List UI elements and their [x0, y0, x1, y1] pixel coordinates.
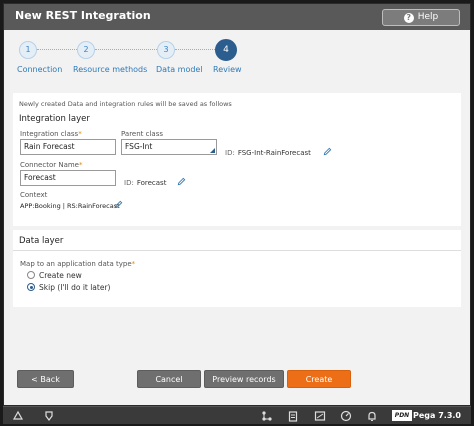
edit-class-id-pencil-icon[interactable] — [323, 147, 332, 156]
step-3-label[interactable]: Data model — [156, 65, 203, 74]
step-connector — [95, 49, 157, 50]
radio-create-new-label: Create new — [39, 271, 82, 280]
developer-toolbar: PDN Pega 7.3.0 — [3, 406, 471, 424]
step-connector — [175, 49, 215, 50]
dropdown-corner-icon — [210, 148, 215, 153]
help-icon: ? — [403, 13, 414, 23]
bell-icon[interactable] — [366, 410, 378, 422]
connector-id-text: ID: Forecast — [124, 179, 167, 187]
back-button[interactable]: < Back — [17, 370, 74, 388]
window-title: New REST Integration — [15, 9, 151, 22]
integration-class-label: Integration class* — [20, 130, 82, 138]
hierarchy-icon[interactable] — [261, 410, 273, 422]
connector-name-input[interactable]: Forecast — [20, 170, 116, 186]
step-2-label[interactable]: Resource methods — [73, 65, 147, 74]
step-1-label[interactable]: Connection — [17, 65, 62, 74]
info-text: Newly created Data and integration rules… — [19, 100, 232, 108]
radio-create-new-circle[interactable] — [27, 271, 35, 279]
step-2-circle[interactable]: 2 — [77, 41, 95, 59]
map-data-type-label: Map to an application data type* — [20, 260, 136, 268]
radio-skip-circle[interactable] — [27, 283, 35, 291]
performance-gauge-icon[interactable] — [340, 410, 352, 422]
step-connector — [37, 49, 77, 50]
parent-class-combobox[interactable]: FSG-Int — [121, 139, 217, 155]
context-label: Context — [20, 191, 48, 199]
radio-skip-label: Skip (I'll do it later) — [39, 283, 111, 292]
step-4-label: Review — [213, 65, 242, 74]
wizard-steps: 1 2 3 4 Connection Resource methods Data… — [4, 30, 470, 88]
help-button[interactable]: ? Help — [382, 9, 460, 26]
pdn-button[interactable]: PDN — [392, 410, 412, 421]
title-bar: New REST Integration ? Help — [4, 4, 470, 30]
parent-class-value: FSG-Int — [125, 142, 153, 151]
integration-layer-panel: Newly created Data and integration rules… — [13, 93, 461, 226]
integration-layer-title: Integration layer — [19, 114, 90, 124]
parent-class-label: Parent class — [121, 130, 164, 138]
radio-create-new[interactable]: Create new — [27, 271, 82, 280]
edit-context-pencil-icon[interactable] — [114, 200, 123, 209]
help-label: Help — [417, 12, 439, 22]
step-1-circle[interactable]: 1 — [19, 41, 37, 59]
radio-skip[interactable]: Skip (I'll do it later) — [27, 283, 110, 292]
class-id-text: ID: FSG-Int-RainForecast — [225, 149, 311, 157]
preview-records-button[interactable]: Preview records — [204, 370, 284, 388]
pega-version: Pega 7.3.0 — [413, 411, 461, 420]
recycle-icon[interactable] — [12, 410, 24, 422]
pin-icon[interactable] — [43, 410, 55, 422]
clipboard-icon[interactable] — [287, 410, 299, 422]
context-value: APP:Booking | RS:RainForecast — [20, 202, 120, 210]
tracer-icon[interactable] — [314, 410, 326, 422]
edit-connector-id-pencil-icon[interactable] — [177, 177, 186, 186]
integration-class-input[interactable]: Rain Forecast — [20, 139, 116, 155]
data-layer-title: Data layer — [19, 236, 64, 246]
divider — [13, 250, 461, 251]
connector-name-label: Connector Name* — [20, 161, 83, 169]
data-layer-panel: Data layer Map to an application data ty… — [13, 230, 461, 307]
step-3-circle[interactable]: 3 — [157, 41, 175, 59]
dialog-window: New REST Integration ? Help 1 2 3 4 Conne… — [3, 3, 471, 406]
cancel-button[interactable]: Cancel — [137, 370, 201, 388]
step-4-circle: 4 — [215, 39, 237, 61]
create-button[interactable]: Create — [287, 370, 351, 388]
